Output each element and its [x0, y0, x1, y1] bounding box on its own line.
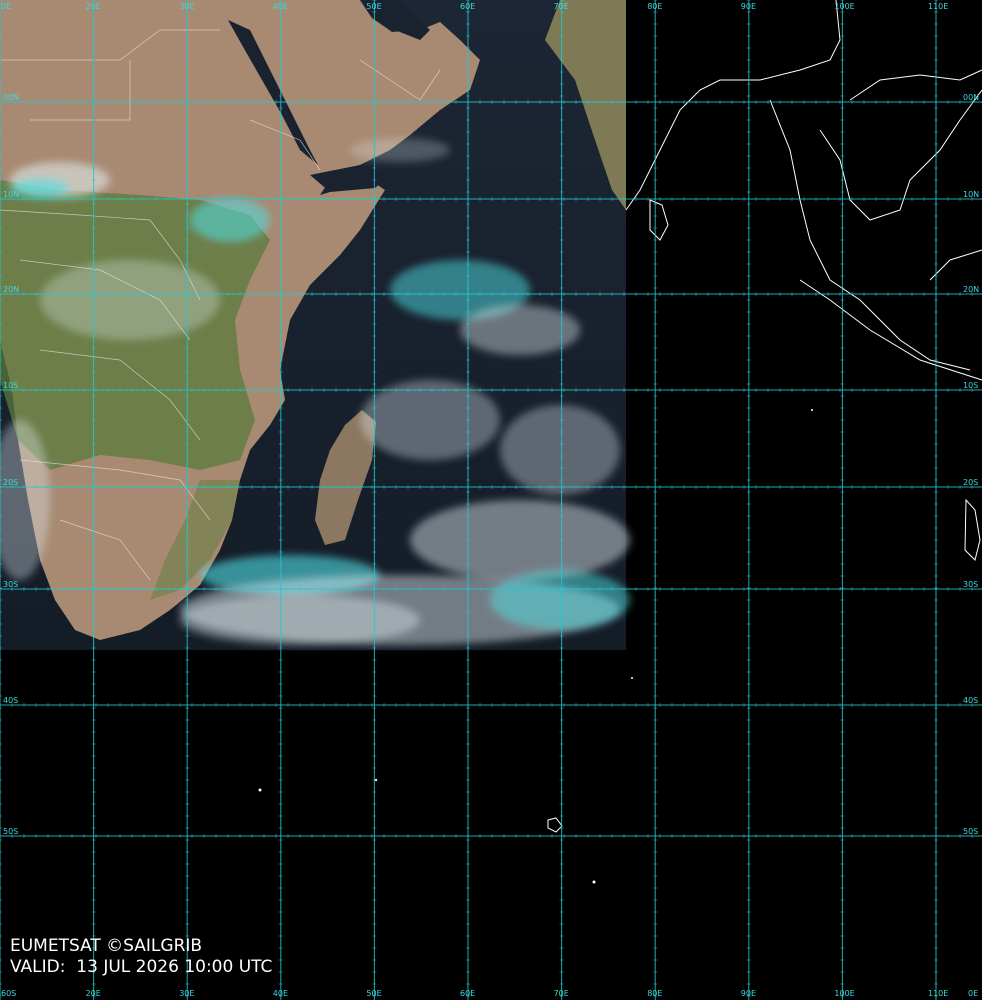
valid-time: VALID: 13 JUL 2026 10:00 UTC: [10, 957, 273, 977]
lon-label-top: 60E: [460, 2, 475, 11]
lon-label-bottom: 40E: [273, 989, 288, 998]
lat-label-left: 20N: [3, 285, 19, 294]
lat-label-right: 40S: [963, 696, 978, 705]
satellite-map: 20E 30E 40E 50E 60E 70E 80E 90E 100E 110E 20E 30E 40…: [0, 0, 982, 1000]
lat-label-right: 20S: [963, 478, 978, 487]
lon-label-top: 20E: [86, 2, 101, 11]
lon-label-top: 110E: [928, 2, 948, 11]
lon-label-bottom: 50E: [366, 989, 381, 998]
lon-label-top: 50E: [366, 2, 381, 11]
corner-label: 0E: [968, 989, 978, 998]
lat-label-left: 30S: [3, 580, 18, 589]
lon-label-top: 100E: [834, 2, 854, 11]
lon-label-top: 70E: [554, 2, 569, 11]
credit-line: EUMETSAT ©SAILGRIB: [10, 936, 203, 956]
lat-label-left: 00N: [3, 93, 19, 102]
lon-label-bottom: 30E: [179, 989, 194, 998]
credit-block: EUMETSAT ©SAILGRIB VALID: 13 JUL 2026 10…: [10, 936, 272, 978]
corner-label: 0E: [1, 2, 11, 11]
lat-label-right: 50S: [963, 827, 978, 836]
satellite-image: [0, 0, 669, 650]
lon-label-bottom: 80E: [647, 989, 662, 998]
lat-label-left: 10N: [3, 190, 19, 199]
lon-label-bottom: 100E: [834, 989, 854, 998]
lat-label-right: 10N: [963, 190, 979, 199]
lon-label-top: 30E: [179, 2, 194, 11]
lon-label-bottom: 20E: [86, 989, 101, 998]
lat-label-left: 40S: [3, 696, 18, 705]
lat-label-left: 50S: [3, 827, 18, 836]
lon-label-bottom: 90E: [741, 989, 756, 998]
lon-label-bottom: 70E: [554, 989, 569, 998]
lat-label-left: 20S: [3, 478, 18, 487]
lat-label-left: 10S: [3, 381, 18, 390]
lon-label-bottom: 110E: [928, 989, 948, 998]
lon-label-top: 40E: [273, 2, 288, 11]
lat-label-right: 30S: [963, 580, 978, 589]
lon-label-top: 80E: [647, 2, 662, 11]
lon-label-bottom: 60E: [460, 989, 475, 998]
corner-label: 60S: [1, 989, 16, 998]
lat-label-right: 20N: [963, 285, 979, 294]
lat-label-right: 00N: [963, 93, 979, 102]
lat-label-right: 10S: [963, 381, 978, 390]
lon-label-top: 90E: [741, 2, 756, 11]
